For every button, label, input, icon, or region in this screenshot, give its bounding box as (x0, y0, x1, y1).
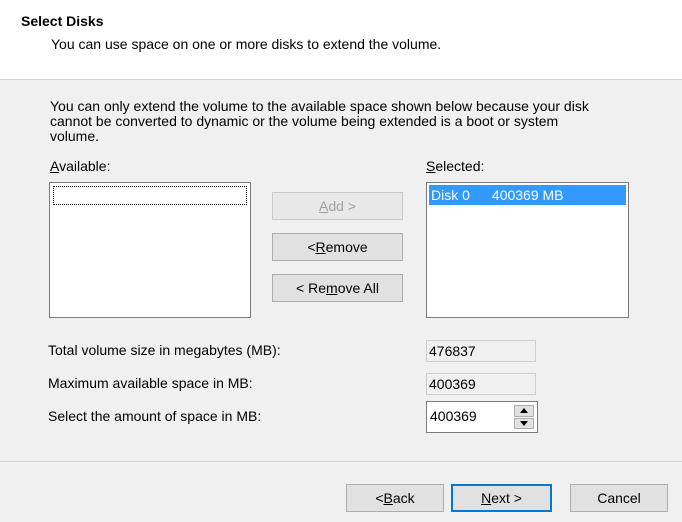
space-amount-stepper[interactable]: 400369 (426, 401, 538, 433)
spin-down-arrow-icon[interactable] (514, 417, 534, 429)
space-amount-input[interactable]: 400369 (430, 408, 477, 424)
selected-disks-list[interactable]: Disk 0 400369 MB (426, 182, 629, 318)
spin-buttons (514, 405, 534, 429)
available-label: Available: (50, 158, 111, 174)
page-subtitle: You can use space on one or more disks t… (51, 36, 442, 52)
add-button[interactable]: Add > (272, 192, 403, 220)
info-line-2: cannot be converted to dynamic or the vo… (50, 113, 559, 129)
selected-label: Selected: (426, 158, 485, 174)
next-button[interactable]: Next > (451, 484, 552, 512)
total-size-field: 476837 (426, 340, 536, 362)
remove-button[interactable]: < Remove (272, 233, 403, 261)
footer-divider (0, 461, 682, 462)
max-space-label: Maximum available space in MB: (48, 375, 253, 391)
remove-all-button[interactable]: < Re m ove All (272, 274, 403, 302)
total-size-label: Total volume size in megabytes (MB): (48, 342, 281, 358)
page-title: Select Disks (21, 13, 104, 29)
info-line-3: volume. (50, 128, 100, 144)
list-item[interactable]: Disk 0 400369 MB (429, 185, 626, 205)
select-space-label: Select the amount of space in MB: (48, 408, 262, 424)
info-line-1: You can only extend the volume to the av… (50, 98, 589, 114)
available-disks-list[interactable] (49, 182, 251, 318)
back-button[interactable]: < Back (346, 484, 444, 512)
list-focus-rect (53, 186, 247, 205)
disk-name: Disk 0 (431, 187, 470, 203)
disk-size: 400369 MB (491, 187, 564, 203)
wizard-header: Select Disks You can use space on one or… (0, 0, 682, 80)
cancel-button[interactable]: Cancel (570, 484, 668, 512)
info-text: You can only extend the volume to the av… (50, 99, 650, 144)
max-space-field: 400369 (426, 373, 536, 395)
spin-up-arrow-icon[interactable] (514, 405, 534, 417)
